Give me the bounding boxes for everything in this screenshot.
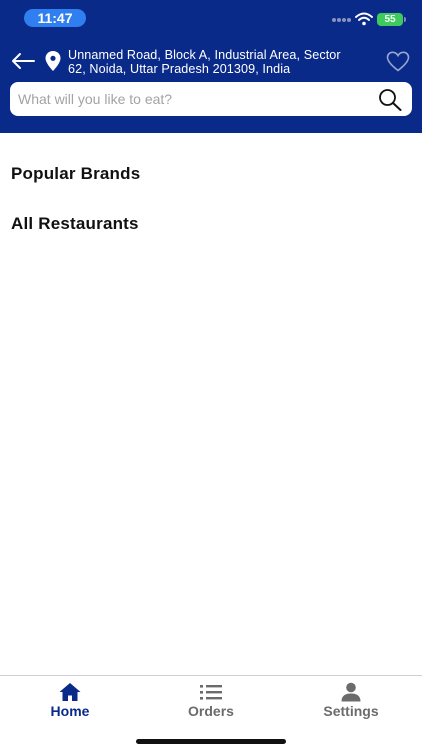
tab-settings-label: Settings: [323, 703, 379, 719]
popular-brands-heading: Popular Brands: [11, 164, 141, 183]
tab-orders-label: Orders: [188, 703, 234, 719]
location-pin-icon: [45, 51, 61, 71]
tab-home[interactable]: Home: [0, 676, 140, 726]
search-input[interactable]: [18, 82, 370, 116]
back-arrow-icon[interactable]: [10, 52, 36, 70]
address-line-2: 62, Noida, Uttar Pradesh 201309, India: [68, 62, 291, 76]
tab-settings[interactable]: Settings: [281, 676, 421, 726]
home-indicator: [136, 739, 286, 744]
battery-tip: [404, 17, 406, 22]
address-line-1: Unnamed Road, Block A, Industrial Area, …: [68, 48, 341, 62]
status-time: 11:47: [24, 9, 86, 27]
search-icon[interactable]: [378, 88, 402, 111]
home-icon: [59, 683, 81, 701]
header: 11:47 55 Unnamed Road, Block A, Industri…: [0, 0, 422, 133]
search-bar[interactable]: [10, 82, 412, 116]
heart-icon[interactable]: [386, 51, 410, 72]
cellular-signal-icon: [332, 17, 352, 23]
wifi-icon: [355, 12, 373, 26]
battery-level: 55: [377, 13, 403, 26]
person-icon: [341, 682, 361, 702]
tab-home-label: Home: [50, 703, 90, 719]
list-icon: [200, 685, 222, 700]
tab-orders[interactable]: Orders: [141, 676, 281, 726]
status-bar: 11:47 55: [0, 0, 422, 38]
all-restaurants-heading: All Restaurants: [11, 214, 139, 233]
delivery-address[interactable]: Unnamed Road, Block A, Industrial Area, …: [68, 48, 380, 76]
